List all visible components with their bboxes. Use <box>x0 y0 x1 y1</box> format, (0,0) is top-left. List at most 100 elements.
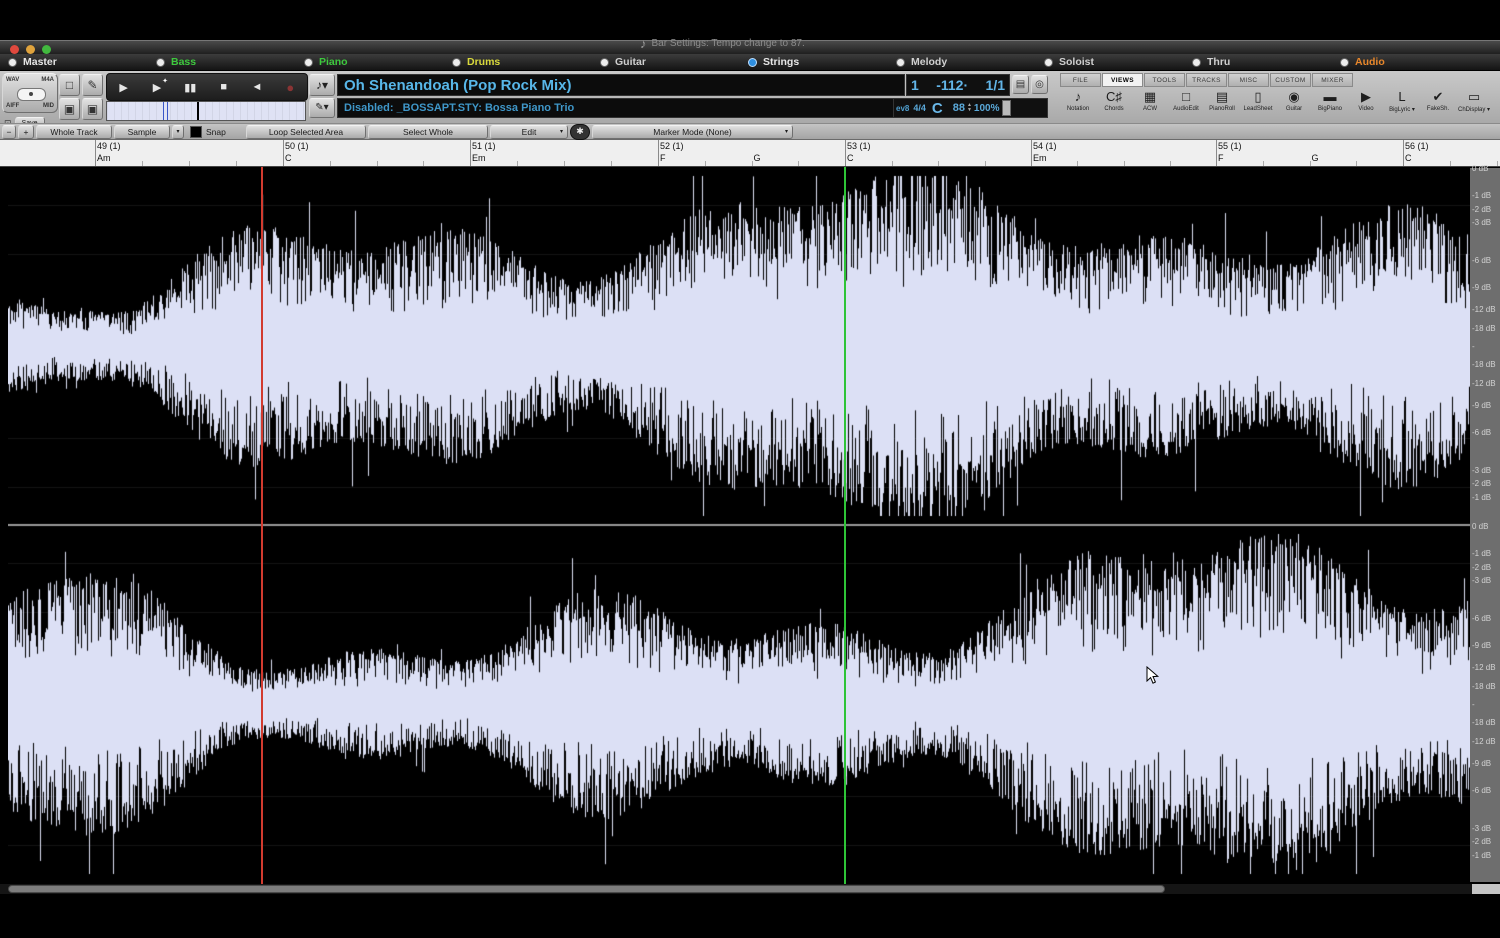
snap-checkbox[interactable] <box>190 126 202 138</box>
tab-views[interactable]: VIEWS <box>1102 73 1143 87</box>
tab-mixer[interactable]: MIXER <box>1312 73 1353 87</box>
pause-button[interactable]: ▮▮ <box>177 81 203 94</box>
style-menu-button[interactable]: ✎▾ <box>309 98 335 118</box>
play-button[interactable]: ▶ <box>111 81 137 94</box>
record-button[interactable]: ● <box>277 80 303 95</box>
song-title-field[interactable]: Oh Shenandoah (Pop Rock Mix) <box>337 74 905 96</box>
tab-file[interactable]: FILE <box>1060 73 1101 87</box>
style-field[interactable]: Disabled: _BOSSAPT.STY: Bossa Piano Trio <box>337 98 905 118</box>
format-mid-label[interactable]: MID <box>43 103 54 109</box>
edit-menu-button[interactable]: Edit▾ <box>490 125 568 139</box>
horizontal-scrollbar[interactable] <box>0 884 1500 894</box>
maximize-window-button[interactable] <box>42 45 51 54</box>
tempo-spinner[interactable]: ▲▼ <box>967 103 972 113</box>
sample-dropdown-icon[interactable]: ▾ <box>172 125 184 139</box>
view-button-biglyric[interactable]: LBigLyric ▾ <box>1384 88 1420 122</box>
track-button-bass[interactable]: Bass <box>156 56 304 68</box>
track-button-strings[interactable]: Strings <box>748 56 896 68</box>
open-song-button[interactable]: ✎ <box>82 74 103 96</box>
audio-format-selector[interactable]: WAV M4A AIFF MID <box>2 73 58 113</box>
format-m4a-label[interactable]: M4A <box>41 77 54 83</box>
green-marker-line[interactable] <box>844 167 846 884</box>
track-radio-icon[interactable] <box>600 58 609 67</box>
view-button-fakesh[interactable]: ✔FakeSh. <box>1420 88 1456 122</box>
track-button-drums[interactable]: Drums <box>452 56 600 68</box>
track-label: Melody <box>911 56 947 68</box>
track-button-audio[interactable]: Audio <box>1340 56 1488 68</box>
track-radio-icon[interactable] <box>896 58 905 67</box>
loop-selected-area-button[interactable]: Loop Selected Area <box>246 125 366 139</box>
view-button-guitar[interactable]: ◉Guitar <box>1276 88 1312 122</box>
stop-button[interactable]: ■ <box>211 81 237 93</box>
track-button-piano[interactable]: Piano <box>304 56 452 68</box>
tab-tools[interactable]: TOOLS <box>1144 73 1185 87</box>
position-display[interactable]: 1 -112· 1/1 <box>906 74 1010 96</box>
loop-button[interactable]: ◎ <box>1031 75 1048 94</box>
sample-button[interactable]: Sample <box>114 125 170 139</box>
view-button-bigpiano[interactable]: ▬BigPiano <box>1312 88 1348 122</box>
bar-ruler[interactable]: 49 (1)Am50 (1)C51 (1)Em52 (1)FG53 (1)C54… <box>0 140 1500 167</box>
tempo-bpm-value[interactable]: 88 <box>953 102 965 114</box>
track-radio-icon[interactable] <box>1192 58 1201 67</box>
track-radio-icon[interactable] <box>1340 58 1349 67</box>
track-button-soloist[interactable]: Soloist <box>1044 56 1192 68</box>
minimize-window-button[interactable] <box>26 45 35 54</box>
whole-track-button[interactable]: Whole Track <box>36 125 112 139</box>
format-selector-pill[interactable] <box>17 88 46 101</box>
waveform-canvas[interactable] <box>8 168 1470 882</box>
song-position-strip[interactable] <box>106 101 306 121</box>
track-radio-icon[interactable] <box>8 58 17 67</box>
section-divider-line <box>163 102 164 120</box>
scrollbar-thumb[interactable] <box>8 885 1165 893</box>
zoom-level-value[interactable]: 100% <box>974 103 1000 114</box>
beat-tick <box>1310 161 1311 166</box>
view-button-acw[interactable]: ▦ACW <box>1132 88 1168 122</box>
view-button-leadsheet[interactable]: ▯LeadSheet <box>1240 88 1276 122</box>
meter-value[interactable]: 4/4 <box>913 103 926 113</box>
save-as-button[interactable]: ▣ <box>82 98 103 120</box>
red-marker-line[interactable] <box>261 167 263 884</box>
db-label: -1 dB <box>1472 191 1491 200</box>
song-title-menu-button[interactable]: ♪▾ <box>309 74 335 96</box>
db-label: -18 dB <box>1472 682 1496 691</box>
snap-toggle[interactable]: Snap <box>186 126 244 138</box>
tab-tracks[interactable]: TRACKS <box>1186 73 1227 87</box>
copy-button[interactable]: ▤ <box>1012 75 1029 94</box>
track-button-thru[interactable]: Thru <box>1192 56 1340 68</box>
track-radio-icon[interactable] <box>304 58 313 67</box>
format-wav-label[interactable]: WAV <box>6 77 19 83</box>
track-radio-icon[interactable] <box>1044 58 1053 67</box>
zoom-in-button[interactable]: + <box>18 125 34 139</box>
track-button-master[interactable]: Master <box>8 56 156 68</box>
track-button-guitar[interactable]: Guitar <box>600 56 748 68</box>
track-radio-icon[interactable] <box>748 58 757 67</box>
key-value[interactable]: C <box>932 100 943 117</box>
track-button-melody[interactable]: Melody <box>896 56 1044 68</box>
loop-button[interactable]: ◄ <box>244 81 270 93</box>
select-whole-button[interactable]: Select Whole <box>368 125 488 139</box>
feel-value[interactable]: ev8 <box>896 104 909 113</box>
view-button-notation[interactable]: ♪Notation <box>1060 88 1096 122</box>
view-button-chdisplay[interactable]: ▭ChDisplay ▾ <box>1456 88 1492 122</box>
view-button-audioedit[interactable]: □AudioEdit <box>1168 88 1204 122</box>
settings-gear-button[interactable]: ✱ <box>570 124 590 140</box>
track-radio-icon[interactable] <box>156 58 165 67</box>
snap-label: Snap <box>206 127 226 137</box>
format-aiff-label[interactable]: AIFF <box>6 103 19 109</box>
play-from-button[interactable]: ▶✦ <box>144 81 170 94</box>
zoom-out-button[interactable]: − <box>2 125 16 139</box>
track-selector-bar: MasterBassPianoDrumsGuitarStrings Melody S… <box>0 54 1500 71</box>
new-song-button[interactable]: □ <box>59 74 80 96</box>
tab-custom[interactable]: CUSTOM <box>1270 73 1311 87</box>
view-button-chords[interactable]: C♯Chords <box>1096 88 1132 122</box>
track-radio-icon[interactable] <box>452 58 461 67</box>
view-button-video[interactable]: ▶Video <box>1348 88 1384 122</box>
zoom-spinner[interactable] <box>1002 100 1011 116</box>
marker-mode-dropdown[interactable]: Marker Mode (None)▾ <box>592 125 793 139</box>
view-button-label: Notation <box>1067 106 1089 112</box>
position-cursor[interactable] <box>197 102 199 120</box>
save-song-button[interactable]: ▣ <box>59 98 80 120</box>
close-window-button[interactable] <box>10 45 19 54</box>
tab-misc[interactable]: MISC <box>1228 73 1269 87</box>
view-button-pianoroll[interactable]: ▤PianoRoll <box>1204 88 1240 122</box>
